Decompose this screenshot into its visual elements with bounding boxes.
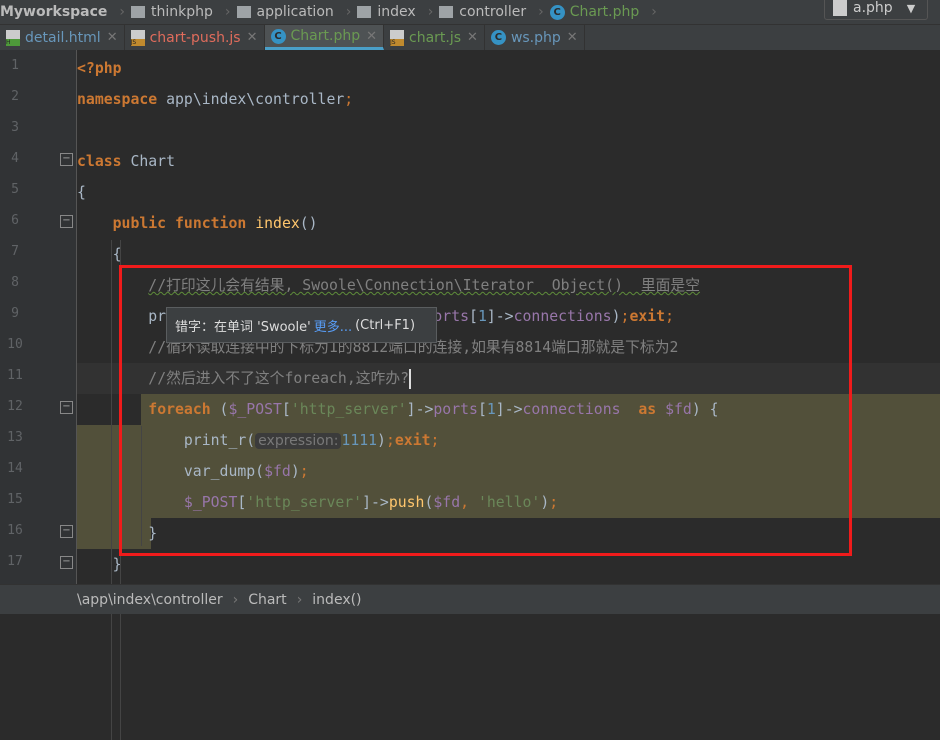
code-line: class Chart [77, 146, 940, 177]
php-class-icon: C [549, 4, 565, 20]
line-number: 15 [7, 492, 23, 507]
php-class-icon: C [490, 30, 506, 45]
code-token: } [77, 556, 122, 573]
code-line: <?php [77, 53, 940, 84]
line-number: 13 [7, 430, 23, 445]
project-name: Myworkspace [0, 4, 108, 20]
fold-marker-icon[interactable]: − [60, 556, 73, 569]
line-number: 14 [7, 461, 23, 476]
code-token: <?php [77, 60, 122, 77]
line-number: 6 [11, 213, 19, 228]
close-icon[interactable]: ✕ [467, 30, 478, 45]
crumb-label: application [256, 4, 334, 20]
line-number: 9 [11, 306, 19, 321]
line-number: 4 [11, 151, 19, 166]
folder-icon [236, 6, 251, 18]
line-number: 3 [11, 120, 19, 135]
code-line: { [77, 177, 940, 208]
annotation-box [119, 265, 852, 556]
crumb-namespace[interactable]: \app\index\controller [77, 592, 223, 608]
code-token: namespace [77, 91, 158, 108]
line-number: 8 [11, 275, 19, 290]
editor-tabs: Hdetail.html ✕ JS chart-push.js ✕ C Chart.php ✕… [0, 24, 940, 50]
fold-marker-icon[interactable]: − [60, 525, 73, 538]
tab-label: ws.php [510, 29, 561, 46]
line-number: 1 [11, 58, 19, 73]
line-number: 5 [11, 182, 19, 197]
indent-guide [111, 240, 112, 740]
crumb-method[interactable]: index() [312, 592, 361, 608]
code-token: ; [344, 91, 354, 108]
code-token: { [77, 246, 122, 263]
tab-ws-php[interactable]: Cws.php ✕ [485, 25, 585, 50]
code-token: class [77, 153, 122, 170]
run-config-select[interactable]: a.php ▼ [824, 0, 928, 20]
line-gutter: 1 2 3 4−5 6−7 8 9 10 11 12−13 14 15 16−17− [0, 50, 77, 584]
code-token: Chart [121, 153, 175, 170]
line-number: 10 [7, 337, 23, 352]
line-number: 11 [7, 368, 23, 383]
code-token: public [112, 215, 167, 232]
breadcrumb-index[interactable]: index [357, 4, 416, 20]
code-token: () [299, 215, 318, 232]
close-icon[interactable]: ✕ [366, 29, 377, 44]
crumb-class[interactable]: Chart [248, 592, 286, 608]
crumb-label: index [377, 4, 416, 20]
tab-chart-php[interactable]: C Chart.php ✕ [264, 25, 384, 50]
line-number: 17 [7, 554, 23, 569]
php-class-icon: C [270, 28, 286, 44]
line-number: 2 [11, 89, 19, 104]
tab-label: chart-push.js [149, 29, 241, 46]
tab-label: Chart.php [290, 28, 361, 44]
code-token: function [175, 215, 247, 232]
line-number: 12 [7, 399, 23, 414]
close-icon[interactable]: ✕ [107, 30, 118, 45]
folder-icon [131, 6, 146, 18]
tab-chart-js[interactable]: JS chart.js ✕ [384, 25, 485, 50]
code-token: index [255, 215, 300, 232]
php-file-icon [833, 0, 847, 16]
tab-label: detail.html [25, 29, 101, 46]
folder-icon [439, 6, 454, 18]
line-number: 7 [11, 244, 19, 259]
fold-marker-icon[interactable]: − [60, 401, 73, 414]
js-file-icon: JS [130, 29, 145, 46]
breadcrumb-project[interactable]: Myworkspace [0, 4, 107, 20]
js-file-icon: JS [390, 29, 404, 46]
fold-marker-icon[interactable]: − [60, 215, 73, 228]
html-file-icon: H [6, 29, 20, 46]
line-number: 16 [7, 523, 23, 538]
run-config-label: a.php [853, 0, 893, 16]
crumb-label: thinkphp [151, 4, 213, 20]
tab-label: chart.js [409, 29, 462, 46]
breadcrumb-controller[interactable]: controller [439, 4, 526, 20]
breadcrumb-application[interactable]: application [236, 4, 334, 20]
close-icon[interactable]: ✕ [247, 30, 258, 45]
code-line: namespace app\index\controller; [77, 84, 940, 115]
fold-marker-icon[interactable]: − [60, 153, 73, 166]
crumb-label: Chart.php [569, 4, 640, 20]
tab-detail-html[interactable]: Hdetail.html ✕ [0, 25, 125, 50]
crumb-label: controller [459, 4, 527, 20]
code-token: { [77, 184, 86, 201]
navigation-bar: Myworkspace › thinkphp › application › inde… [0, 0, 940, 24]
breadcrumb-thinkphp[interactable]: thinkphp [131, 4, 213, 20]
close-icon[interactable]: ✕ [567, 30, 578, 45]
folder-icon [357, 6, 372, 18]
code-line: public function index() [77, 208, 940, 239]
structure-breadcrumb: \app\index\controller › Chart › index() [0, 584, 940, 614]
code-token: app\index\controller [157, 91, 345, 108]
breadcrumb-file[interactable]: C Chart.php [549, 4, 640, 20]
dropdown-arrow-icon: ▼ [906, 1, 916, 15]
tab-chart-push-js[interactable]: JS chart-push.js ✕ [125, 25, 265, 50]
